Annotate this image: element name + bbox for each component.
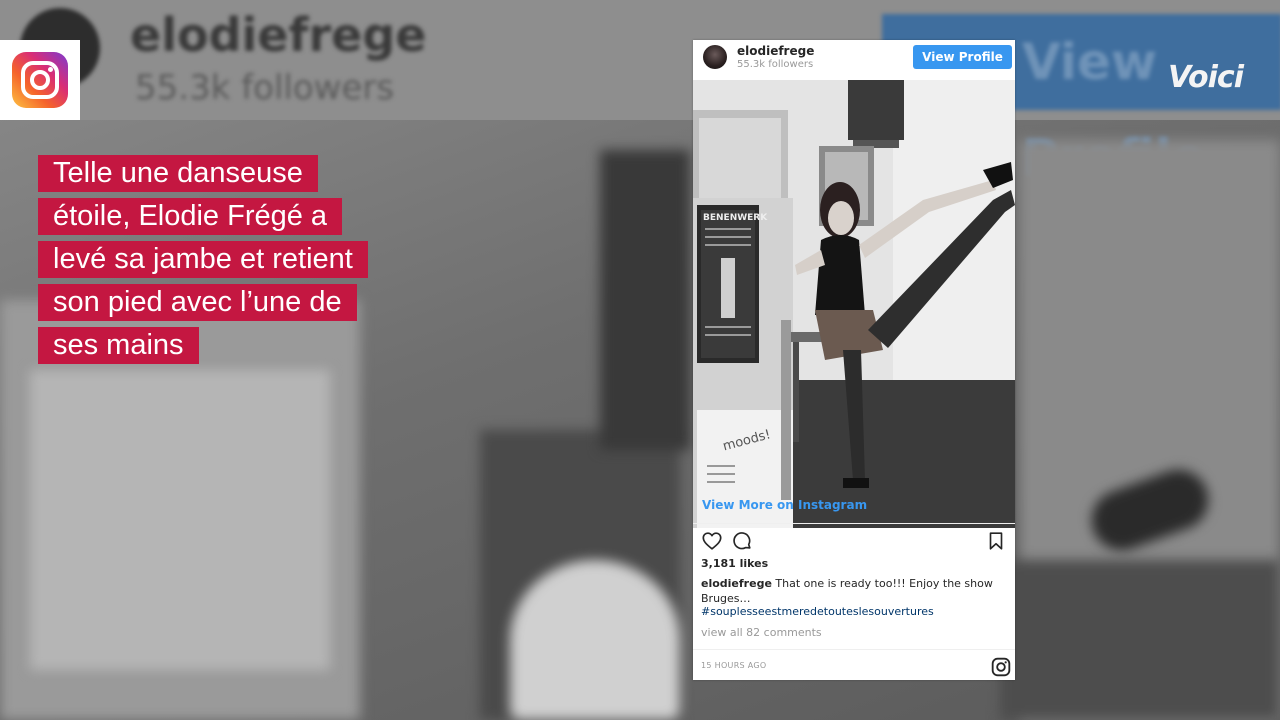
caption-line: levé sa jambe et retient xyxy=(38,241,368,278)
blurred-shape xyxy=(30,370,330,670)
post-followers: 55.3k followers xyxy=(737,59,814,70)
likes-count: 3,181 likes xyxy=(701,557,769,570)
view-profile-button[interactable]: View Profile xyxy=(913,45,1012,69)
caption-line: son pied avec l’une de xyxy=(38,284,357,321)
view-more-link[interactable]: View More on Instagram xyxy=(702,498,867,512)
caption-line: Telle une danseuse xyxy=(38,155,318,192)
article-caption: Telle une danseuse étoile, Elodie Frégé … xyxy=(38,155,438,370)
heart-icon[interactable] xyxy=(701,530,723,552)
post-header: elodiefrege 55.3k followers View Profile xyxy=(693,40,1015,81)
blurred-shape xyxy=(510,560,680,720)
caption-username[interactable]: elodiefrege xyxy=(701,577,772,590)
bookmark-icon[interactable] xyxy=(985,530,1007,552)
poster-title: BENENWERK xyxy=(703,213,768,223)
hashtag-link[interactable]: #souplesseestmeredetouteslesouvertures xyxy=(701,605,934,618)
caption-line: ses mains xyxy=(38,327,199,364)
view-comments-link[interactable]: view all 82 comments xyxy=(701,626,822,639)
caption-line: étoile, Elodie Frégé a xyxy=(38,198,343,235)
post-timestamp: 15 HOURS AGO xyxy=(701,661,767,670)
post-caption: elodiefrege That one is ready too!!! Enj… xyxy=(701,576,1011,606)
instagram-logo-icon xyxy=(12,52,68,108)
instagram-logo-box xyxy=(0,40,80,120)
blurred-shape xyxy=(600,150,690,450)
post-actions xyxy=(701,530,1007,552)
instagram-post-card: elodiefrege 55.3k followers View Profile… xyxy=(693,40,1015,680)
blurred-username: elodiefrege xyxy=(130,8,427,62)
post-photo[interactable]: BENENWERK moods! xyxy=(693,80,1015,528)
avatar[interactable] xyxy=(703,45,727,69)
instagram-glyph-icon[interactable] xyxy=(991,657,1011,677)
voici-logo: Voici xyxy=(1168,60,1244,95)
blurred-followers: 55.3k followers xyxy=(135,68,395,108)
post-username[interactable]: elodiefrege xyxy=(737,44,814,58)
blurred-shape xyxy=(1000,560,1280,720)
comment-icon[interactable] xyxy=(731,530,753,552)
divider xyxy=(693,649,1015,650)
divider xyxy=(693,523,1015,524)
